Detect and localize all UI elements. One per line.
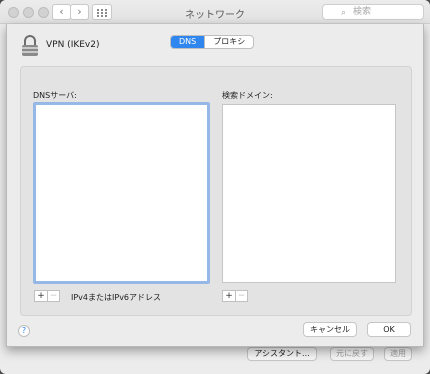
- network-window: ‹ › ネットワーク ⌕ 検索 アシスタント... 元に戻す 適用 VPN (I…: [0, 0, 430, 374]
- help-button[interactable]: ?: [18, 325, 30, 337]
- lock-icon: [22, 35, 38, 56]
- domain-add-button[interactable]: +: [223, 291, 235, 301]
- ok-button[interactable]: OK: [367, 322, 411, 337]
- search-input[interactable]: ⌕ 検索: [322, 4, 424, 20]
- search-icon: ⌕: [341, 8, 347, 18]
- dns-server-label: DNSサーバ:: [33, 91, 77, 100]
- dns-remove-button: −: [47, 291, 59, 301]
- tab-proxy[interactable]: プロキシ: [204, 36, 253, 48]
- dns-add-remove: + −: [34, 290, 60, 302]
- revert-button: 元に戻す: [330, 347, 374, 361]
- title-bar: ‹ › ネットワーク ⌕ 検索: [0, 0, 430, 24]
- tab-dns[interactable]: DNS: [171, 36, 205, 48]
- domain-add-remove: + −: [222, 290, 248, 302]
- assistant-button[interactable]: アシスタント...: [247, 347, 317, 361]
- help-icon: ?: [21, 326, 27, 335]
- search-domain-label: 検索ドメイン:: [222, 91, 273, 100]
- search-placeholder: 検索: [353, 7, 372, 17]
- address-hint: IPv4またはIPv6アドレス: [71, 293, 162, 302]
- domain-remove-button: −: [235, 291, 247, 301]
- tab-control: DNS プロキシ: [170, 35, 255, 49]
- dns-add-button[interactable]: +: [35, 291, 47, 301]
- dns-server-list[interactable]: [33, 102, 210, 284]
- cancel-button[interactable]: キャンセル: [303, 322, 357, 337]
- vpn-name: VPN (IKEv2): [46, 40, 100, 50]
- apply-button: 適用: [384, 347, 412, 361]
- search-domain-list[interactable]: [222, 104, 396, 283]
